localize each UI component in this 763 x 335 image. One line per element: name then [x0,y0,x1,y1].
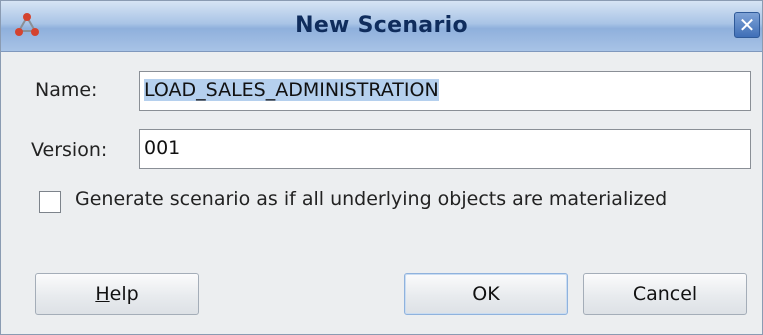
cancel-button[interactable]: Cancel [583,273,747,315]
version-label: Version: [31,139,108,161]
new-scenario-dialog: New Scenario ✕ Name: LOAD_SALES_ADMINIST… [0,0,763,335]
ok-button[interactable]: OK [404,273,568,315]
help-mnemonic: H [95,283,110,305]
name-field[interactable]: LOAD_SALES_ADMINISTRATION [139,71,751,111]
name-label: Name: [35,79,98,101]
dialog-title: New Scenario [295,13,468,38]
title-bar[interactable]: New Scenario ✕ [1,1,762,52]
materialize-checkbox[interactable] [39,191,61,213]
name-field-value: LOAD_SALES_ADMINISTRATION [144,79,439,101]
close-icon[interactable]: ✕ [734,12,760,38]
help-button[interactable]: Help [35,273,199,315]
help-label-rest: elp [109,283,139,305]
version-field[interactable]: 001 [139,129,751,169]
materialize-checkbox-label[interactable]: Generate scenario as if all underlying o… [75,188,667,210]
